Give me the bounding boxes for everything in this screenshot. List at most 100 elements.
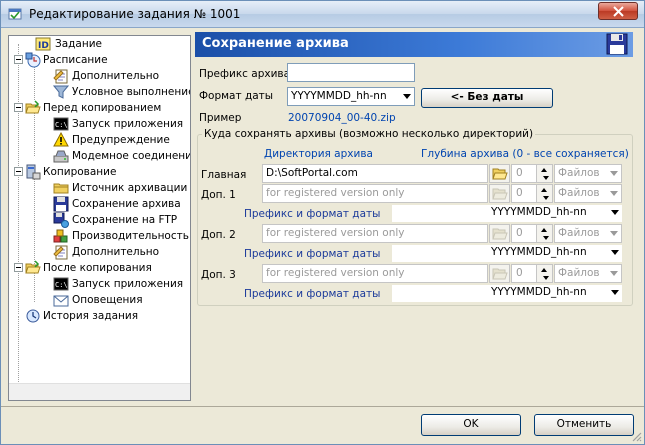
no-date-button[interactable]: <- Без даты <box>421 88 553 108</box>
envelope-icon <box>53 295 69 307</box>
browse-folder-button[interactable] <box>489 224 510 243</box>
tree-item-schedule[interactable]: Расписание <box>9 52 189 68</box>
prefix-date-label-2: Префикс и формат даты <box>244 248 381 260</box>
folder-open-icon <box>492 188 508 200</box>
tree-item-run-app-after[interactable]: C:\ Запуск приложения <box>9 276 189 292</box>
extra3-prefix-input[interactable] <box>392 285 488 302</box>
ok-button[interactable]: OK <box>421 414 521 436</box>
task-tree[interactable]: ID Задание Расписание Дополнительно Усло… <box>8 35 191 401</box>
row-label-extra-3: Доп. 3 <box>201 269 236 281</box>
tree-item-additional-2[interactable]: Дополнительно <box>9 244 189 260</box>
floppy-disk-icon <box>53 196 69 212</box>
depth-value: 0 <box>516 187 523 199</box>
svg-text:C:\: C:\ <box>55 281 68 289</box>
tree-item-copying[interactable]: Копирование <box>9 164 189 180</box>
tree-item-label: Перед копированием <box>43 102 162 114</box>
browse-folder-button[interactable] <box>489 164 510 183</box>
date-format-value: YYYYMMDD_hh-nn <box>491 286 587 298</box>
tree-item-source[interactable]: Источник архивации <box>9 180 189 196</box>
row-label-extra-1: Доп. 1 <box>201 189 236 201</box>
section-header: Сохранение архива <box>195 32 633 57</box>
extra1-date-format-select[interactable]: YYYYMMDD_hh-nn <box>488 205 622 222</box>
tree-item-notifications[interactable]: Оповещения <box>9 292 189 308</box>
history-icon <box>26 309 40 323</box>
row-label-extra-2: Доп. 2 <box>201 229 236 241</box>
chevron-down-icon <box>403 94 411 99</box>
extra2-date-format-select[interactable]: YYYYMMDD_hh-nn <box>488 245 622 262</box>
tree-item-warning[interactable]: Предупреждение <box>9 132 189 148</box>
id-card-icon: ID <box>35 37 51 51</box>
resize-grip-icon[interactable] <box>630 430 642 442</box>
example-label: Пример <box>199 112 242 124</box>
computer-icon <box>26 164 41 180</box>
tree-item-label: Запуск приложения <box>72 278 184 290</box>
example-value: 20070904_00-40.zip <box>288 112 396 124</box>
depth-value: 0 <box>516 167 523 179</box>
tree-item-after-copy[interactable]: После копирования <box>9 260 189 276</box>
depth-value: 0 <box>516 227 523 239</box>
spin-arrows-icon <box>541 188 549 200</box>
tree-item-task[interactable]: ID Задание <box>9 36 189 52</box>
main-directory-input[interactable]: D:\SoftPortal.com <box>262 164 488 183</box>
folder-icon <box>53 183 69 194</box>
tree-item-ftp[interactable]: Сохранение на FTP <box>9 212 189 228</box>
depth-spinner-extra3[interactable] <box>536 264 553 283</box>
filter-funnel-icon <box>53 85 69 99</box>
extra3-directory-input[interactable]: for registered version only <box>262 264 488 283</box>
tree-item-additional[interactable]: Дополнительно <box>9 68 189 84</box>
extra1-directory-input[interactable]: for registered version only <box>262 184 488 203</box>
folder-open-icon <box>492 168 508 180</box>
depth-unit-select-extra3[interactable]: Файлов <box>554 264 622 283</box>
extra2-directory-input[interactable]: for registered version only <box>262 224 488 243</box>
depth-unit-value: Файлов <box>558 187 600 199</box>
tree-item-label: Сохранение архива <box>72 197 181 211</box>
date-format-select[interactable]: YYYYMMDD_hh-nn <box>287 87 415 106</box>
tree-item-save-archive[interactable]: Сохранение архива <box>9 196 189 212</box>
folder-open-icon <box>25 100 41 114</box>
prefix-input[interactable] <box>287 63 415 82</box>
date-format-label: Формат даты <box>199 90 274 102</box>
tree-item-label: Предупреждение <box>72 134 170 146</box>
chevron-down-icon <box>610 191 618 196</box>
console-icon: C:\ <box>53 277 69 291</box>
extra3-date-format-select[interactable]: YYYYMMDD_hh-nn <box>488 285 622 302</box>
cancel-button[interactable]: Отменить <box>534 414 634 436</box>
depth-spinner-extra1[interactable] <box>536 184 553 203</box>
chevron-down-icon <box>610 171 618 176</box>
tree-item-performance[interactable]: Производительность <box>9 228 189 244</box>
depth-unit-select-main[interactable]: Файлов <box>554 164 622 183</box>
browse-folder-button[interactable] <box>489 264 510 283</box>
tree-item-conditional[interactable]: Условное выполнение <box>9 84 190 100</box>
depth-spinner-extra2[interactable] <box>536 224 553 243</box>
extra1-prefix-input[interactable] <box>392 205 488 222</box>
spin-arrows-icon <box>541 268 549 280</box>
close-icon <box>613 6 624 17</box>
chevron-down-icon <box>610 231 618 236</box>
tree-line <box>18 316 19 386</box>
tree-item-before-copy[interactable]: Перед копированием <box>9 100 189 116</box>
app-icon <box>8 8 22 20</box>
title-bar[interactable]: Редактирование задания № 1001 <box>1 1 644 28</box>
tree-item-label: Дополнительно <box>72 246 160 258</box>
depth-unit-select-extra1[interactable]: Файлов <box>554 184 622 203</box>
spin-arrows-icon <box>541 168 549 180</box>
chevron-down-icon <box>611 290 619 295</box>
extra2-prefix-input[interactable] <box>392 245 488 262</box>
tree-horizontal-scrollbar[interactable] <box>9 383 190 400</box>
depth-spinner-main[interactable] <box>536 164 553 183</box>
tree-item-label: Дополнительно <box>72 70 160 82</box>
date-format-value: YYYYMMDD_hh-nn <box>291 90 387 102</box>
close-button[interactable] <box>598 2 638 20</box>
group-title: Куда сохранять архивы (возможно нескольк… <box>202 128 536 140</box>
chevron-down-icon <box>611 250 619 255</box>
depth-unit-select-extra2[interactable]: Файлов <box>554 224 622 243</box>
browse-folder-button[interactable] <box>489 184 510 203</box>
modem-icon <box>53 150 69 163</box>
tree-item-history[interactable]: История задания <box>9 308 189 324</box>
prefix-date-label-3: Префикс и формат даты <box>244 288 381 300</box>
tree-item-modem[interactable]: Модемное соединение <box>9 148 190 164</box>
prefix-date-label-1: Префикс и формат даты <box>244 208 381 220</box>
tree-item-run-app-before[interactable]: C:\ Запуск приложения <box>9 116 189 132</box>
folder-open-icon <box>492 268 508 280</box>
dialog-window: Редактирование задания № 1001 ID Задание <box>0 0 645 445</box>
